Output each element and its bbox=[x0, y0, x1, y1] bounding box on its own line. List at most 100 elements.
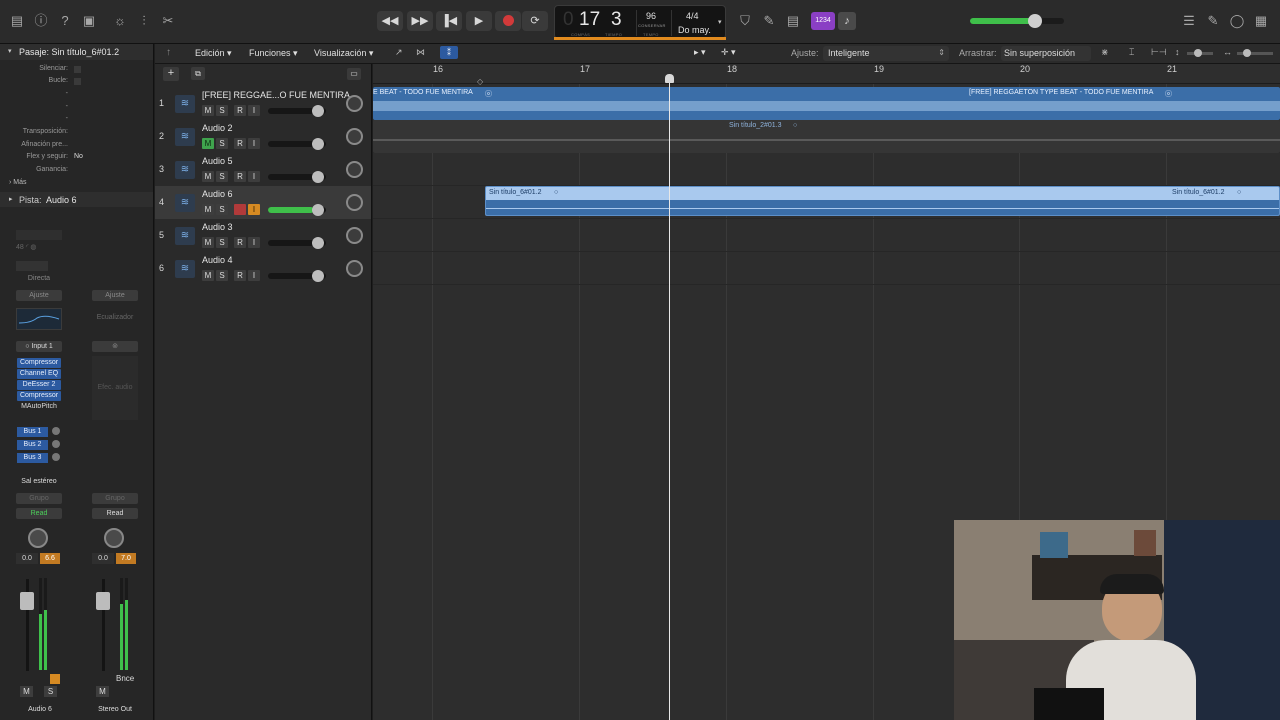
track-lane[interactable] bbox=[373, 153, 1280, 186]
volume-readout-left[interactable]: 0.0 bbox=[16, 553, 38, 564]
output-slot[interactable]: Sal estéreo bbox=[16, 478, 62, 485]
record-enable-button[interactable]: R bbox=[234, 138, 246, 149]
cycle-button[interactable]: ⟳ bbox=[522, 11, 548, 31]
view-menu[interactable]: Visualización ▾ bbox=[314, 48, 373, 59]
lcd-display[interactable]: 0 17 3 COMPÁS TIEMPO 96 CONSERVAR TEMPO … bbox=[554, 5, 726, 39]
playhead[interactable] bbox=[669, 74, 670, 720]
plugin-slot[interactable]: Compressor bbox=[17, 391, 61, 401]
record-enable-button[interactable]: R bbox=[234, 105, 246, 116]
send-knob[interactable] bbox=[52, 427, 60, 435]
slider-knob[interactable] bbox=[1243, 49, 1251, 57]
input-monitor-button[interactable]: I bbox=[248, 270, 260, 281]
input-monitor-button[interactable]: I bbox=[248, 105, 260, 116]
group-slot-right[interactable]: Grupo bbox=[92, 493, 138, 504]
master-volume-slider[interactable] bbox=[970, 14, 1064, 28]
pencil-icon[interactable]: ✎ bbox=[760, 12, 778, 30]
play-button[interactable]: ▶ bbox=[466, 11, 492, 31]
automation-mode-right[interactable]: Read bbox=[92, 508, 138, 519]
chevron-down-icon[interactable]: ▾ bbox=[718, 18, 722, 26]
track-header[interactable]: 2 ≋ Audio 2 M S R I bbox=[155, 120, 371, 153]
pointer-tool-icon[interactable]: ▸ ▾ bbox=[694, 47, 706, 58]
track-lane[interactable]: Sin título_6#01.2 ○ Sin título_6#01.2 ○ bbox=[373, 186, 1280, 219]
track-lane[interactable] bbox=[373, 219, 1280, 252]
list-icon[interactable]: ☰ bbox=[1180, 12, 1198, 30]
waveform-zoom-icon[interactable]: ⋇ bbox=[1101, 47, 1109, 58]
smart-controls-icon[interactable]: ☼ bbox=[111, 12, 129, 30]
send-slot[interactable]: Bus 1 bbox=[17, 427, 48, 437]
solo-button[interactable]: S bbox=[216, 105, 228, 116]
setting-button-right[interactable]: Ajuste bbox=[92, 290, 138, 301]
mute-button-strip-right[interactable]: M bbox=[96, 686, 109, 697]
vertical-zoom-icon[interactable]: ↕ bbox=[1175, 47, 1180, 57]
plugin-slot[interactable]: Channel EQ bbox=[17, 369, 61, 379]
slider-knob[interactable] bbox=[1194, 49, 1202, 57]
mute-button[interactable]: M bbox=[202, 204, 214, 215]
disclosure-icon[interactable]: ▾ bbox=[8, 47, 12, 55]
note-pad-icon[interactable]: ✎ bbox=[1204, 12, 1222, 30]
eq-thumbnail[interactable] bbox=[16, 308, 62, 330]
checkbox[interactable] bbox=[74, 78, 81, 85]
track-header-selected[interactable]: 4 ≋ Audio 6 M S R I bbox=[155, 186, 371, 219]
record-enable-button[interactable]: R bbox=[234, 270, 246, 281]
pan-knob[interactable] bbox=[346, 260, 363, 277]
record-enable-button[interactable]: R bbox=[234, 237, 246, 248]
pan-knob[interactable] bbox=[346, 194, 363, 211]
count-in-button[interactable]: 1234 bbox=[811, 12, 835, 30]
solo-button[interactable]: S bbox=[216, 138, 228, 149]
mute-button[interactable]: M bbox=[202, 171, 214, 182]
record-enable-button[interactable]: R bbox=[234, 171, 246, 182]
track-name[interactable]: Audio 5 bbox=[202, 156, 233, 166]
solo-button[interactable]: S bbox=[216, 204, 228, 215]
browser-icon[interactable]: ▦ bbox=[1252, 12, 1270, 30]
solo-button-strip-left[interactable]: S bbox=[44, 686, 57, 697]
track-name[interactable]: Audio 6 bbox=[202, 189, 233, 199]
snap-select[interactable]: Inteligente ⇕ bbox=[823, 46, 949, 61]
horizontal-fit-icon[interactable]: ⊢⊣ bbox=[1151, 47, 1167, 58]
track-inspector-header[interactable]: ▸ Pista: Audio 6 bbox=[0, 192, 153, 207]
horizontal-zoom-icon[interactable]: ↔ bbox=[1223, 47, 1232, 57]
inspector-row-value[interactable]: No bbox=[74, 153, 83, 160]
peak-readout-left[interactable]: 6.6 bbox=[40, 553, 60, 564]
track-name[interactable]: [FREE] REGGAE...O FUE MENTIRA bbox=[202, 90, 350, 100]
pan-knob-right[interactable] bbox=[104, 528, 124, 548]
solo-button[interactable]: S bbox=[216, 171, 228, 182]
automation-icon[interactable]: ↗ bbox=[395, 47, 403, 58]
plugin-slot[interactable]: Compressor bbox=[17, 358, 61, 368]
horizontal-zoom-slider[interactable] bbox=[1237, 49, 1273, 57]
send-slot[interactable]: Bus 3 bbox=[17, 453, 48, 463]
functions-menu[interactable]: Funciones ▾ bbox=[249, 48, 298, 59]
input-gain-readout[interactable]: 48 ◜ ◍ bbox=[16, 243, 62, 256]
direct-monitor-label[interactable]: Directa bbox=[16, 275, 62, 282]
pan-knob[interactable] bbox=[346, 95, 363, 112]
record-arm-left[interactable] bbox=[50, 674, 60, 684]
track-name[interactable]: Audio 2 bbox=[202, 123, 233, 133]
global-tracks-icon[interactable]: ▭ bbox=[347, 68, 361, 80]
pan-knob[interactable] bbox=[346, 128, 363, 145]
audio-region[interactable]: E BEAT - TODO FUE MENTIRA ⓞ [FREE] REGGA… bbox=[373, 87, 1280, 120]
bar-ruler[interactable]: 16 17 18 19 20 21 ◇ bbox=[373, 64, 1280, 86]
disclosure-icon[interactable]: ▸ bbox=[9, 195, 13, 203]
more-disclosure[interactable]: › Más bbox=[9, 179, 27, 186]
metronome-icon[interactable]: ♪ bbox=[838, 12, 856, 30]
input-monitor-button[interactable]: I bbox=[248, 204, 260, 215]
track-name[interactable]: Audio 4 bbox=[202, 255, 233, 265]
pan-knob-left[interactable] bbox=[28, 528, 48, 548]
up-arrow-icon[interactable]: ↑ bbox=[166, 47, 171, 58]
mute-button[interactable]: M bbox=[202, 105, 214, 116]
go-to-start-button[interactable]: ▐◀ bbox=[436, 11, 462, 31]
audio-region-muted[interactable]: Sin título_2#01.3 ○ bbox=[373, 120, 1280, 153]
drag-select[interactable]: Sin superposición bbox=[1001, 46, 1091, 61]
input-slot-right[interactable]: ⊚ bbox=[92, 341, 138, 352]
eq-placeholder[interactable]: Ecualizador bbox=[92, 314, 138, 321]
group-slot-left[interactable]: Grupo bbox=[16, 493, 62, 504]
volume-knob[interactable] bbox=[312, 171, 324, 183]
track-lane[interactable] bbox=[373, 252, 1280, 285]
input-monitor-button[interactable]: I bbox=[248, 171, 260, 182]
track-lane[interactable]: Sin título_2#01.3 ○ bbox=[373, 120, 1280, 153]
audio-fx-area-right[interactable]: Efec. audio bbox=[92, 356, 138, 420]
input-slot[interactable]: ○ Input 1 bbox=[16, 341, 62, 352]
track-lane[interactable]: E BEAT - TODO FUE MENTIRA ⓞ [FREE] REGGA… bbox=[373, 87, 1280, 120]
tuner-icon[interactable]: ⛉ bbox=[736, 12, 754, 30]
volume-knob[interactable] bbox=[312, 204, 324, 216]
bounce-button[interactable]: Bnce bbox=[116, 674, 134, 683]
